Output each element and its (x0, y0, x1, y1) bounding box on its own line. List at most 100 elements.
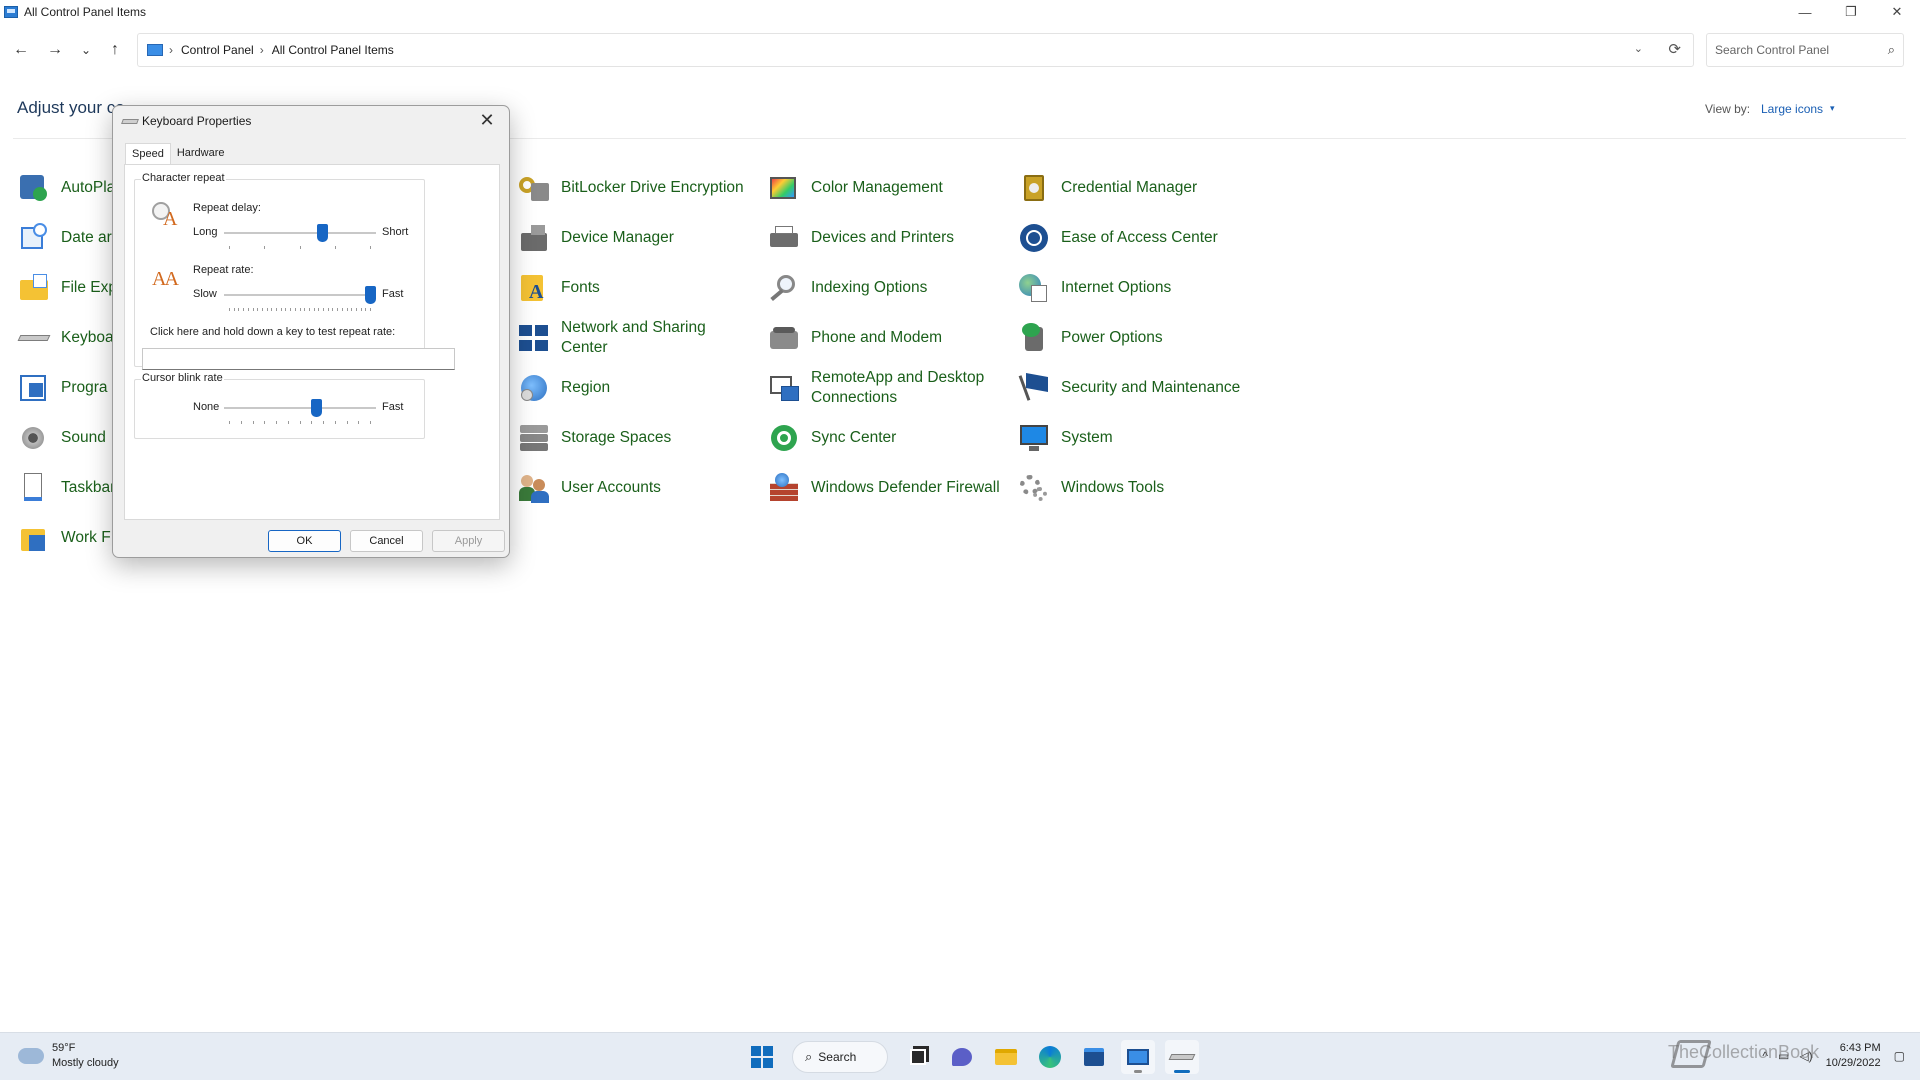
cp-item-fonts[interactable]: A Fonts (517, 266, 751, 310)
autoplay-icon (17, 171, 51, 205)
cp-item-sync-center[interactable]: Sync Center (767, 416, 1001, 460)
repeat-delay-label: Repeat delay: (193, 202, 261, 214)
refresh-icon[interactable]: ⟳ (1668, 40, 1681, 58)
weather-widget[interactable]: 59°F Mostly cloudy (18, 1041, 119, 1071)
cp-item-windows-tools[interactable]: Windows Tools (1017, 466, 1251, 510)
cp-item-credential-manager[interactable]: Credential Manager (1017, 166, 1251, 210)
view-by-dropdown[interactable]: Large icons (1761, 102, 1823, 116)
edge-icon[interactable] (1033, 1040, 1067, 1074)
close-button[interactable]: ✕ (1874, 0, 1920, 24)
cp-item-label: Sync Center (811, 428, 897, 446)
cp-item-region[interactable]: Region (517, 366, 751, 410)
character-repeat-group: Character repeat A Repeat delay: Long Sh… (134, 172, 425, 367)
cp-item-user-accounts[interactable]: User Accounts (517, 466, 751, 510)
slider-tick (294, 308, 296, 311)
slider-thumb[interactable] (317, 224, 329, 242)
taskbar-search-label: Search (818, 1050, 857, 1064)
notification-icon[interactable]: ▢ (1894, 1049, 1905, 1063)
slider-tick (334, 421, 336, 424)
repeat-delay-slider[interactable] (224, 220, 376, 250)
repeat-delay-max-label: Short (382, 226, 409, 238)
cp-item-security-maintenance[interactable]: Security and Maintenance (1017, 366, 1251, 410)
cp-item-ease-of-access[interactable]: Ease of Access Center (1017, 216, 1251, 260)
weather-temperature: 59°F (52, 1042, 76, 1054)
cp-item-indexing[interactable]: Indexing Options (767, 266, 1001, 310)
ok-button[interactable]: OK (268, 530, 341, 552)
cp-item-phone-modem[interactable]: Phone and Modem (767, 316, 1001, 360)
search-box[interactable]: ⌕ (1706, 33, 1904, 67)
credential-manager-icon (1017, 171, 1051, 205)
cursor-blink-slider[interactable] (224, 395, 376, 425)
control-panel-icon[interactable] (1121, 1040, 1155, 1074)
cp-item-internet-options[interactable]: Internet Options (1017, 266, 1251, 310)
sync-center-icon (767, 421, 801, 455)
slider-tick (252, 421, 254, 424)
breadcrumb-control-panel[interactable]: Control Panel (181, 43, 254, 57)
region-icon (517, 371, 551, 405)
cp-item-label: Phone and Modem (811, 328, 942, 346)
cp-item-bitlocker[interactable]: BitLocker Drive Encryption (517, 166, 751, 210)
cp-item-network[interactable]: Network and Sharing Center (517, 316, 751, 360)
slider-tick (264, 421, 266, 424)
cp-item-power-options[interactable]: Power Options (1017, 316, 1251, 360)
address-bar[interactable]: › Control Panel › All Control Panel Item… (137, 33, 1694, 67)
slider-tick (323, 421, 324, 424)
work-folders-icon (17, 521, 51, 555)
repeat-rate-slider[interactable] (224, 282, 376, 312)
cursor-blink-min-label: None (193, 401, 220, 413)
cp-item-label: Security and Maintenance (1061, 378, 1241, 396)
chevron-down-icon[interactable]: ▾ (1830, 103, 1835, 114)
slider-tick (299, 246, 301, 249)
search-icon[interactable]: ⌕ (1888, 42, 1895, 58)
slider-tick (327, 308, 329, 311)
cp-item-device-manager[interactable]: Device Manager (517, 216, 751, 260)
page-heading: Adjust your co (17, 98, 125, 117)
slider-tick (323, 308, 324, 311)
task-view-icon[interactable] (901, 1040, 935, 1074)
slider-thumb[interactable] (311, 399, 323, 417)
windows-start-icon[interactable] (745, 1040, 779, 1074)
cp-item-color-management[interactable]: Color Management (767, 166, 1001, 210)
dialog-close-button[interactable]: ✕ (473, 108, 501, 132)
address-dropdown-icon[interactable]: ⌄ (1634, 42, 1643, 55)
cp-item-remoteapp[interactable]: RemoteApp and Desktop Connections (767, 366, 1001, 410)
cp-item-storage-spaces[interactable]: Storage Spaces (517, 416, 751, 460)
breadcrumb-all-items[interactable]: All Control Panel Items (272, 43, 394, 57)
slider-tick (308, 308, 310, 311)
cp-item-label: Indexing Options (811, 278, 928, 296)
tab-speed[interactable]: Speed (125, 143, 171, 165)
up-button[interactable]: ↑ (103, 38, 127, 62)
tab-hardware[interactable]: Hardware (171, 143, 231, 165)
teams-chat-icon[interactable] (945, 1040, 979, 1074)
internet-options-icon (1017, 271, 1051, 305)
store-icon[interactable] (1077, 1040, 1111, 1074)
cp-item-firewall[interactable]: Windows Defender Firewall (767, 466, 1001, 510)
remoteapp-icon (767, 371, 801, 405)
cp-item-label: Credential Manager (1061, 178, 1198, 196)
keyboard-app-icon[interactable] (1165, 1040, 1199, 1074)
keyboard-icon (17, 321, 51, 355)
cp-item-label: System (1061, 428, 1113, 446)
restore-button[interactable]: ❐ (1828, 0, 1874, 24)
cp-item-system[interactable]: System (1017, 416, 1251, 460)
clock[interactable]: 6:43 PM 10/29/2022 (1826, 1041, 1881, 1071)
cp-item-devices-printers[interactable]: Devices and Printers (767, 216, 1001, 260)
taskbar-search-button[interactable]: ⌕ Search (792, 1041, 888, 1073)
back-button[interactable]: ← (9, 38, 33, 62)
test-repeat-field[interactable] (142, 348, 455, 370)
slider-tick (358, 421, 360, 424)
indexing-icon (767, 271, 801, 305)
control-panel-icon (147, 44, 163, 56)
search-input[interactable] (1715, 43, 1875, 57)
slider-thumb[interactable] (365, 286, 376, 304)
cancel-button[interactable]: Cancel (350, 530, 423, 552)
minimize-button[interactable]: — (1782, 0, 1828, 24)
recent-locations-button[interactable]: ⌄ (74, 38, 98, 62)
storage-spaces-icon (517, 421, 551, 455)
forward-button[interactable]: → (43, 38, 67, 62)
slider-tick (233, 308, 235, 311)
file-explorer-icon[interactable] (989, 1040, 1023, 1074)
apply-button[interactable]: Apply (432, 530, 505, 552)
slider-tick (370, 308, 371, 311)
cursor-blink-max-label: Fast (382, 401, 404, 413)
